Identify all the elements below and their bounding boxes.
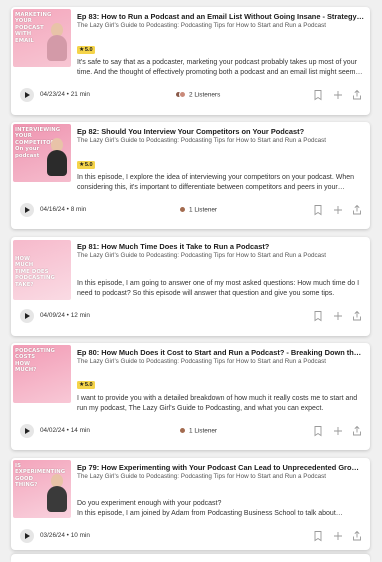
episode-meta: 03/26/24 • 10 min <box>40 532 90 539</box>
episode-thumbnail[interactable]: MARKETING YOUR PODCAST WITH EMAIL <box>13 9 71 67</box>
share-icon[interactable] <box>351 310 363 322</box>
episode-date: 04/23/24 <box>40 91 65 98</box>
plus-icon[interactable] <box>332 425 344 437</box>
episode-duration: 21 min <box>70 91 90 98</box>
episode-card[interactable]: INTERVIEWING YOUR COMPETITORS On your po… <box>11 122 370 229</box>
listeners-count[interactable]: 1 Listener <box>179 206 217 214</box>
plus-icon[interactable] <box>332 310 344 322</box>
episode-description: I want to provide you with a detailed br… <box>77 395 358 412</box>
thumbnail-text: IS EXPERIMENTING GOOD THING? <box>15 463 66 489</box>
bookmark-icon[interactable] <box>312 89 324 101</box>
play-button[interactable] <box>20 529 34 543</box>
episode-footer: 04/23/24 • 21 min 2 Listeners <box>11 87 370 103</box>
episode-thumbnail[interactable]: IS EXPERIMENTING GOOD THING? <box>13 460 71 518</box>
episode-thumbnail[interactable]: INTERVIEWING YOUR COMPETITORS On your po… <box>13 124 71 182</box>
show-name[interactable]: The Lazy Girl's Guide to Podcasting: Pod… <box>77 137 364 145</box>
bookmark-icon[interactable] <box>312 204 324 216</box>
episode-card[interactable]: MARKETING YOUR PODCAST WITH EMAIL Ep 83:… <box>11 7 370 115</box>
episode-description: Do you experiment enough with your podca… <box>77 500 336 517</box>
star-icon: ★ <box>79 162 85 168</box>
episode-title[interactable]: Ep 80: How Much Does it Cost to Start an… <box>77 348 364 357</box>
play-button[interactable] <box>20 424 34 438</box>
episode-meta: 04/02/24 • 14 min <box>40 427 90 434</box>
rating-badge: ★5.0 <box>77 161 95 169</box>
episode-description: In this episode, I explore the idea of i… <box>77 174 355 191</box>
listener-avatars <box>175 91 186 99</box>
listener-avatars <box>179 427 186 435</box>
episode-meta: 04/23/24 • 21 min <box>40 91 90 98</box>
share-icon[interactable] <box>351 204 363 216</box>
episode-duration: 8 min <box>70 206 87 213</box>
star-icon: ★ <box>79 47 85 53</box>
rating-badge: ★5.0 <box>77 46 95 54</box>
plus-icon[interactable] <box>332 530 344 542</box>
episode-thumbnail[interactable]: HOW MUCH TIME DOES PODCASTING TAKE? <box>13 240 71 300</box>
episode-title[interactable]: Ep 82: Should You Interview Your Competi… <box>77 127 364 136</box>
episode-title[interactable]: Ep 83: How to Run a Podcast and an Email… <box>77 12 364 21</box>
episode-date: 04/09/24 <box>40 312 65 319</box>
episode-date: 04/02/24 <box>40 427 65 434</box>
episode-footer: 04/02/24 • 14 min 1 Listener <box>11 423 370 439</box>
thumbnail-text: PODCASTING COSTS HOW MUCH? <box>15 348 55 374</box>
episode-title[interactable]: Ep 79: How Experimenting with Your Podca… <box>77 463 364 472</box>
episode-card[interactable]: HOW MUCH TIME DOES PODCASTING TAKE? Ep 8… <box>11 237 370 336</box>
star-icon: ★ <box>79 382 85 388</box>
show-name[interactable]: The Lazy Girl's Guide to Podcasting: Pod… <box>77 22 364 30</box>
share-icon[interactable] <box>351 425 363 437</box>
episode-duration: 12 min <box>70 312 90 319</box>
listeners-count[interactable]: 2 Listeners <box>175 91 220 99</box>
play-button[interactable] <box>20 309 34 323</box>
episode-date: 03/26/24 <box>40 532 65 539</box>
share-icon[interactable] <box>351 89 363 101</box>
thumbnail-text: HOW MUCH TIME DOES PODCASTING TAKE? <box>15 256 55 288</box>
bookmark-icon[interactable] <box>312 310 324 322</box>
episode-title[interactable]: Ep 81: How Much Time Does it Take to Run… <box>77 242 364 251</box>
play-button[interactable] <box>20 203 34 217</box>
episode-footer: 03/26/24 • 10 min <box>11 528 370 544</box>
show-name[interactable]: The Lazy Girl's Guide to Podcasting: Pod… <box>77 252 364 260</box>
episode-date: 04/16/24 <box>40 206 65 213</box>
next-episode-card-edge <box>11 554 370 562</box>
rating-badge: ★5.0 <box>77 381 95 389</box>
bookmark-icon[interactable] <box>312 530 324 542</box>
plus-icon[interactable] <box>332 89 344 101</box>
episode-card[interactable]: PODCASTING COSTS HOW MUCH? Ep 80: How Mu… <box>11 343 370 450</box>
share-icon[interactable] <box>351 530 363 542</box>
episode-card[interactable]: IS EXPERIMENTING GOOD THING? Ep 79: How … <box>11 458 370 550</box>
bookmark-icon[interactable] <box>312 425 324 437</box>
episode-footer: 04/16/24 • 8 min 1 Listener <box>11 202 370 218</box>
listener-avatars <box>179 206 186 214</box>
episode-thumbnail[interactable]: PODCASTING COSTS HOW MUCH? <box>13 345 71 403</box>
episode-description: In this episode, I am going to answer on… <box>77 280 360 297</box>
thumbnail-text: MARKETING YOUR PODCAST WITH EMAIL <box>15 12 52 44</box>
episode-duration: 14 min <box>70 427 90 434</box>
play-button[interactable] <box>20 88 34 102</box>
episode-footer: 04/09/24 • 12 min <box>11 308 370 324</box>
show-name[interactable]: The Lazy Girl's Guide to Podcasting: Pod… <box>77 358 364 366</box>
show-name[interactable]: The Lazy Girl's Guide to Podcasting: Pod… <box>77 473 364 481</box>
episode-meta: 04/09/24 • 12 min <box>40 312 90 319</box>
plus-icon[interactable] <box>332 204 344 216</box>
episode-description: It's safe to say that as a podcaster, ma… <box>77 59 357 76</box>
episode-duration: 10 min <box>70 532 90 539</box>
listeners-count[interactable]: 1 Listener <box>179 427 217 435</box>
episode-meta: 04/16/24 • 8 min <box>40 206 87 213</box>
thumbnail-text: INTERVIEWING YOUR COMPETITORS On your po… <box>15 127 61 159</box>
